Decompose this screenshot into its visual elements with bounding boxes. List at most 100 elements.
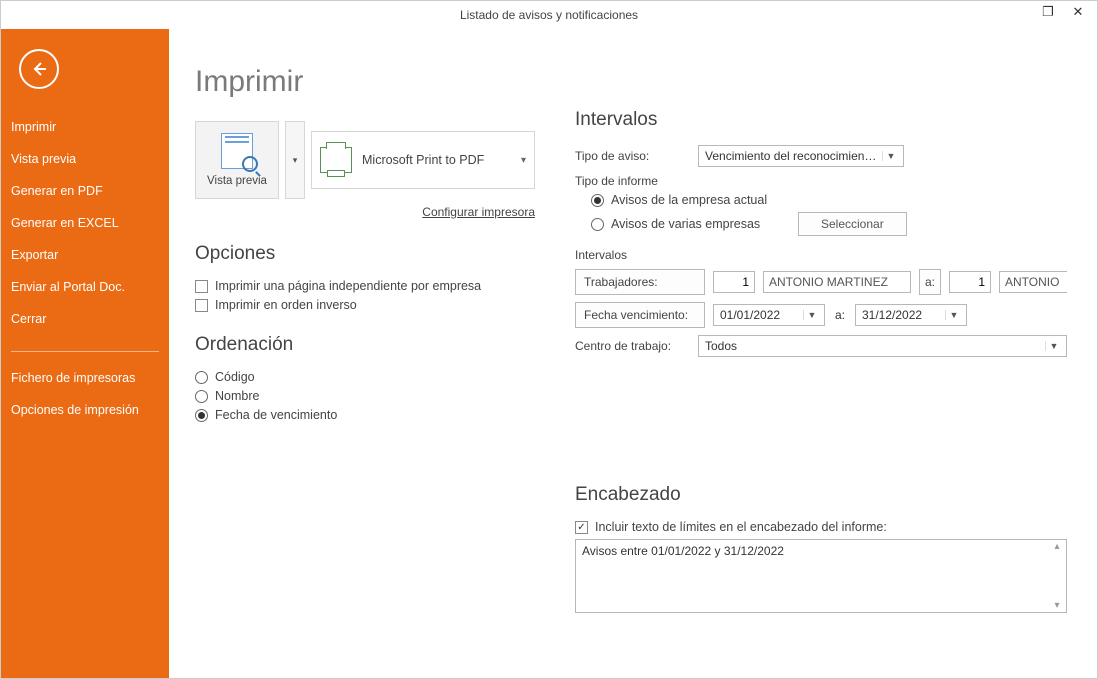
right-column: Intervalos Tipo de aviso: Vencimiento de… <box>575 47 1067 660</box>
a-label-1: a: <box>919 269 941 295</box>
printer-select[interactable]: Microsoft Print to PDF ▾ <box>311 131 535 189</box>
intervalos-sub-heading: Intervalos <box>575 248 1067 262</box>
trabajador-from-name: ANTONIO MARTINEZ JUARI <box>763 271 911 293</box>
sidebar-item-exportar[interactable]: Exportar <box>1 239 169 271</box>
trabajador-to-num[interactable] <box>949 271 991 293</box>
radio-varias-label: Avisos de varias empresas <box>611 217 760 231</box>
radio-varias-empresas-row: Avisos de varias empresas Seleccionar <box>591 212 1067 236</box>
tipo-aviso-row: Tipo de aviso: Vencimiento del reconocim… <box>575 145 1067 167</box>
checkbox-icon <box>195 280 208 293</box>
centro-value: Todos <box>705 339 1041 353</box>
window-controls: ❐ ✕ <box>1033 1 1093 23</box>
document-preview-icon <box>221 133 253 169</box>
centro-row: Centro de trabajo: Todos ▼ <box>575 335 1067 357</box>
maximize-icon[interactable]: ❐ <box>1033 1 1063 23</box>
tipo-aviso-select[interactable]: Vencimiento del reconocimiento m ▼ <box>698 145 904 167</box>
preview-dropdown-button[interactable]: ▾ <box>285 121 305 199</box>
arrow-left-icon <box>30 60 48 78</box>
radio-nombre[interactable]: Nombre <box>195 389 535 403</box>
sidebar-item-enviar-portal[interactable]: Enviar al Portal Doc. <box>1 271 169 303</box>
scrollbar[interactable]: ▴ ▾ <box>1049 541 1065 611</box>
fecha-to-select[interactable]: 31/12/2022 ▼ <box>855 304 967 326</box>
fecha-row: Fecha vencimiento: 01/01/2022 ▼ a: 31/12… <box>575 302 1067 328</box>
sidebar-item-opciones-impresion[interactable]: Opciones de impresión <box>1 394 169 426</box>
preview-button[interactable]: Vista previa <box>195 121 279 199</box>
chevron-down-icon: ▼ <box>1045 341 1062 351</box>
tipo-aviso-value: Vencimiento del reconocimiento m <box>705 149 878 163</box>
chevron-down-icon: ▼ <box>882 151 899 161</box>
sidebar-divider <box>11 351 159 352</box>
radio-icon <box>195 371 208 384</box>
scroll-down-icon: ▾ <box>1054 600 1059 611</box>
sidebar-item-generar-excel[interactable]: Generar en EXCEL <box>1 207 169 239</box>
radio-icon <box>591 194 604 207</box>
sidebar-item-vista-previa[interactable]: Vista previa <box>1 143 169 175</box>
radio-icon <box>591 218 604 231</box>
checkbox-icon <box>195 299 208 312</box>
radio-empresa-actual-label: Avisos de la empresa actual <box>611 193 767 207</box>
ordenacion-section: Ordenación Código Nombre Fecha de vencim… <box>195 334 535 422</box>
close-icon[interactable]: ✕ <box>1063 1 1093 23</box>
back-button[interactable] <box>19 49 59 89</box>
app-window: Listado de avisos y notificaciones ❐ ✕ I… <box>0 0 1098 679</box>
tipo-informe-label: Tipo de informe <box>575 174 1067 188</box>
trabajador-from-num[interactable] <box>713 271 755 293</box>
sidebar-item-fichero-impresoras[interactable]: Fichero de impresoras <box>1 362 169 394</box>
chk-incluir-texto[interactable]: ✓ Incluir texto de límites en el encabez… <box>575 520 1067 534</box>
printer-icon <box>320 147 352 173</box>
checkbox-checked-icon: ✓ <box>575 521 588 534</box>
centro-select[interactable]: Todos ▼ <box>698 335 1067 357</box>
encabezado-textarea[interactable]: Avisos entre 01/01/2022 y 31/12/2022 ▴ ▾ <box>575 539 1067 613</box>
trabajadores-button[interactable]: Trabajadores: <box>575 269 705 295</box>
chevron-down-icon: ▼ <box>945 310 962 320</box>
seleccionar-button[interactable]: Seleccionar <box>798 212 907 236</box>
radio-fecha[interactable]: Fecha de vencimiento <box>195 408 535 422</box>
ordenacion-heading: Ordenación <box>195 334 535 356</box>
fecha-to-value: 31/12/2022 <box>862 308 941 322</box>
fecha-from-select[interactable]: 01/01/2022 ▼ <box>713 304 825 326</box>
chk-incluir-label: Incluir texto de límites en el encabezad… <box>595 520 887 534</box>
sidebar-item-cerrar[interactable]: Cerrar <box>1 303 169 335</box>
configure-printer-link[interactable]: Configurar impresora <box>422 205 535 219</box>
body: Imprimir Vista previa Generar en PDF Gen… <box>1 29 1097 678</box>
radio-nombre-label: Nombre <box>215 389 259 403</box>
intervalos-heading: Intervalos <box>575 109 1067 131</box>
trabajadores-row: Trabajadores: ANTONIO MARTINEZ JUARI a: … <box>575 269 1067 295</box>
radio-icon <box>195 409 208 422</box>
fecha-vencimiento-button[interactable]: Fecha vencimiento: <box>575 302 705 328</box>
chevron-down-icon: ▾ <box>521 155 526 166</box>
preview-row: Vista previa ▾ Microsoft Print to PDF ▾ <box>195 121 535 199</box>
a-label-2: a: <box>833 308 847 322</box>
trabajador-to-name: ANTONIO MARTINEZ JUARI <box>999 271 1067 293</box>
page-title: Imprimir <box>195 65 535 99</box>
radio-codigo-label: Código <box>215 370 255 384</box>
sidebar-item-generar-pdf[interactable]: Generar en PDF <box>1 175 169 207</box>
chk-inverso-row[interactable]: Imprimir en orden inverso <box>195 298 535 312</box>
content: Imprimir Vista previa ▾ Microsoft Print … <box>169 29 1097 678</box>
tipo-aviso-label: Tipo de aviso: <box>575 149 690 163</box>
sidebar: Imprimir Vista previa Generar en PDF Gen… <box>1 29 169 678</box>
opciones-heading: Opciones <box>195 243 535 265</box>
radio-varias-empresas[interactable]: Avisos de varias empresas <box>591 217 791 231</box>
printer-name: Microsoft Print to PDF <box>362 153 511 167</box>
chevron-down-icon: ▼ <box>803 310 820 320</box>
radio-codigo[interactable]: Código <box>195 370 535 384</box>
fecha-from-value: 01/01/2022 <box>720 308 799 322</box>
scroll-up-icon: ▴ <box>1054 541 1059 552</box>
radio-icon <box>195 390 208 403</box>
chk-independiente-label: Imprimir una página independiente por em… <box>215 279 481 293</box>
encabezado-text: Avisos entre 01/01/2022 y 31/12/2022 <box>582 544 784 558</box>
sidebar-item-imprimir[interactable]: Imprimir <box>1 111 169 143</box>
radio-fecha-label: Fecha de vencimiento <box>215 408 337 422</box>
radio-empresa-actual[interactable]: Avisos de la empresa actual <box>591 193 1067 207</box>
centro-label: Centro de trabajo: <box>575 339 690 353</box>
chevron-down-icon: ▾ <box>293 155 298 166</box>
preview-label: Vista previa <box>207 175 267 187</box>
encabezado-heading: Encabezado <box>575 484 1067 506</box>
configure-printer-row: Configurar impresora <box>195 205 535 219</box>
chk-inverso-label: Imprimir en orden inverso <box>215 298 357 312</box>
window-title: Listado de avisos y notificaciones <box>460 8 638 22</box>
chk-independiente-row[interactable]: Imprimir una página independiente por em… <box>195 279 535 293</box>
left-column: Imprimir Vista previa ▾ Microsoft Print … <box>195 47 535 660</box>
titlebar: Listado de avisos y notificaciones ❐ ✕ <box>1 1 1097 29</box>
